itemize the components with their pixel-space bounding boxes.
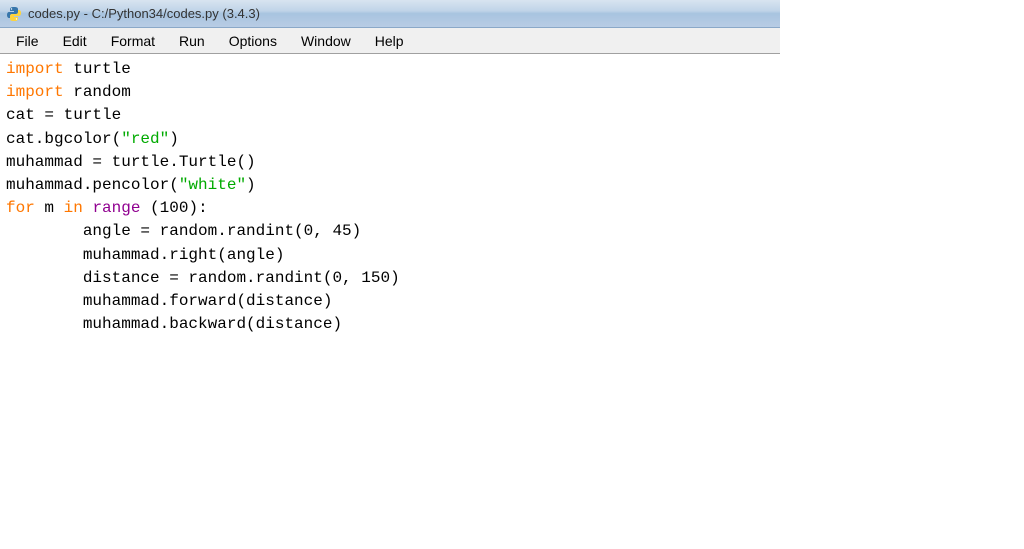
code-text: muhammad.pencolor( (6, 176, 179, 194)
code-text (83, 199, 93, 217)
string-literal: "red" (121, 130, 169, 148)
code-editor[interactable]: import turtle import random cat = turtle… (0, 54, 780, 340)
code-text: distance = random.randint(0, 150) (6, 269, 400, 287)
editor-window: codes.py - C:/Python34/codes.py (3.4.3) … (0, 0, 780, 340)
code-text: ) (169, 130, 179, 148)
code-text: m (35, 199, 64, 217)
menu-help[interactable]: Help (363, 30, 416, 52)
builtin-range: range (92, 199, 140, 217)
code-text: cat.bgcolor( (6, 130, 121, 148)
window-title: codes.py - C:/Python34/codes.py (3.4.3) (28, 6, 260, 21)
code-text: ) (246, 176, 256, 194)
code-text: (100): (140, 199, 207, 217)
code-text: random (64, 83, 131, 101)
menu-edit[interactable]: Edit (51, 30, 99, 52)
code-text: muhammad = turtle.Turtle() (6, 153, 256, 171)
code-text: turtle (64, 60, 131, 78)
code-text: cat = turtle (6, 106, 121, 124)
string-literal: "white" (179, 176, 246, 194)
code-text: angle = random.randint(0, 45) (6, 222, 361, 240)
menu-options[interactable]: Options (217, 30, 289, 52)
kw-import: import (6, 83, 64, 101)
kw-for: for (6, 199, 35, 217)
code-text: muhammad.forward(distance) (6, 292, 332, 310)
code-text: muhammad.backward(distance) (6, 315, 342, 333)
menu-bar: File Edit Format Run Options Window Help (0, 28, 780, 54)
menu-window[interactable]: Window (289, 30, 363, 52)
code-text: muhammad.right(angle) (6, 246, 284, 264)
menu-run[interactable]: Run (167, 30, 217, 52)
kw-in: in (64, 199, 83, 217)
kw-import: import (6, 60, 64, 78)
title-bar[interactable]: codes.py - C:/Python34/codes.py (3.4.3) (0, 0, 780, 28)
menu-file[interactable]: File (4, 30, 51, 52)
python-icon (6, 6, 22, 22)
menu-format[interactable]: Format (99, 30, 167, 52)
